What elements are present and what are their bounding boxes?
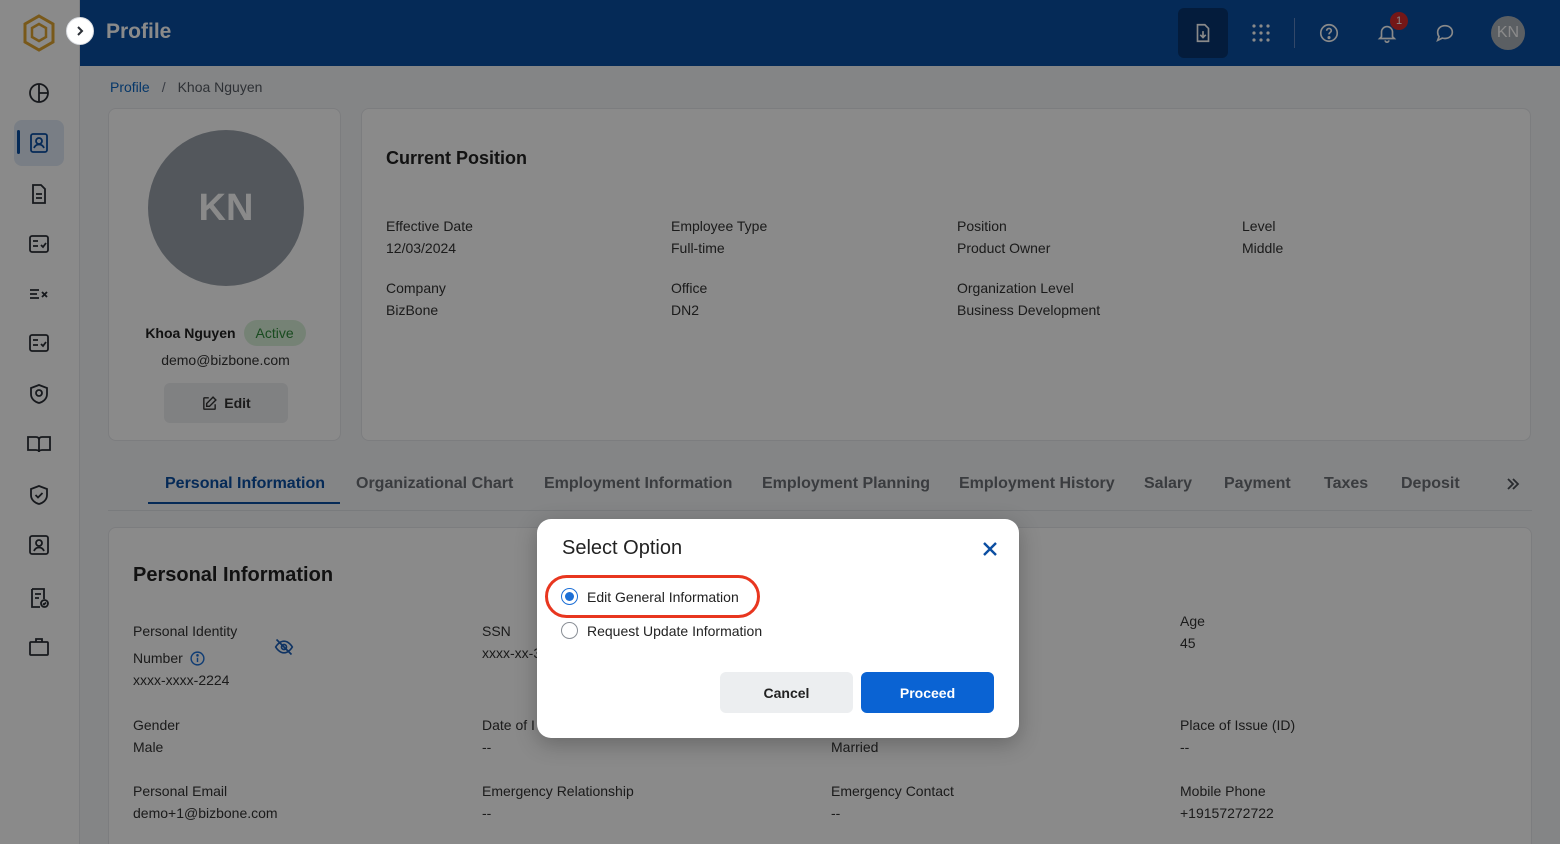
chevron-right-icon [77, 26, 84, 36]
option-label: Edit General Information [587, 588, 739, 605]
option-request-update-information[interactable]: Request Update Information [561, 622, 762, 639]
dialog-title: Select Option [562, 537, 683, 559]
close-icon [983, 542, 997, 556]
radio-button[interactable] [561, 588, 578, 605]
cancel-button[interactable]: Cancel [720, 672, 853, 713]
proceed-button[interactable]: Proceed [861, 672, 994, 713]
select-option-dialog: Select Option Edit General Information R… [537, 519, 1019, 738]
option-label: Request Update Information [587, 622, 763, 639]
close-button[interactable] [979, 538, 1001, 560]
sidebar-collapse-button[interactable] [66, 17, 94, 45]
option-edit-general-information[interactable]: Edit General Information [561, 588, 739, 605]
radio-button[interactable] [561, 622, 578, 639]
